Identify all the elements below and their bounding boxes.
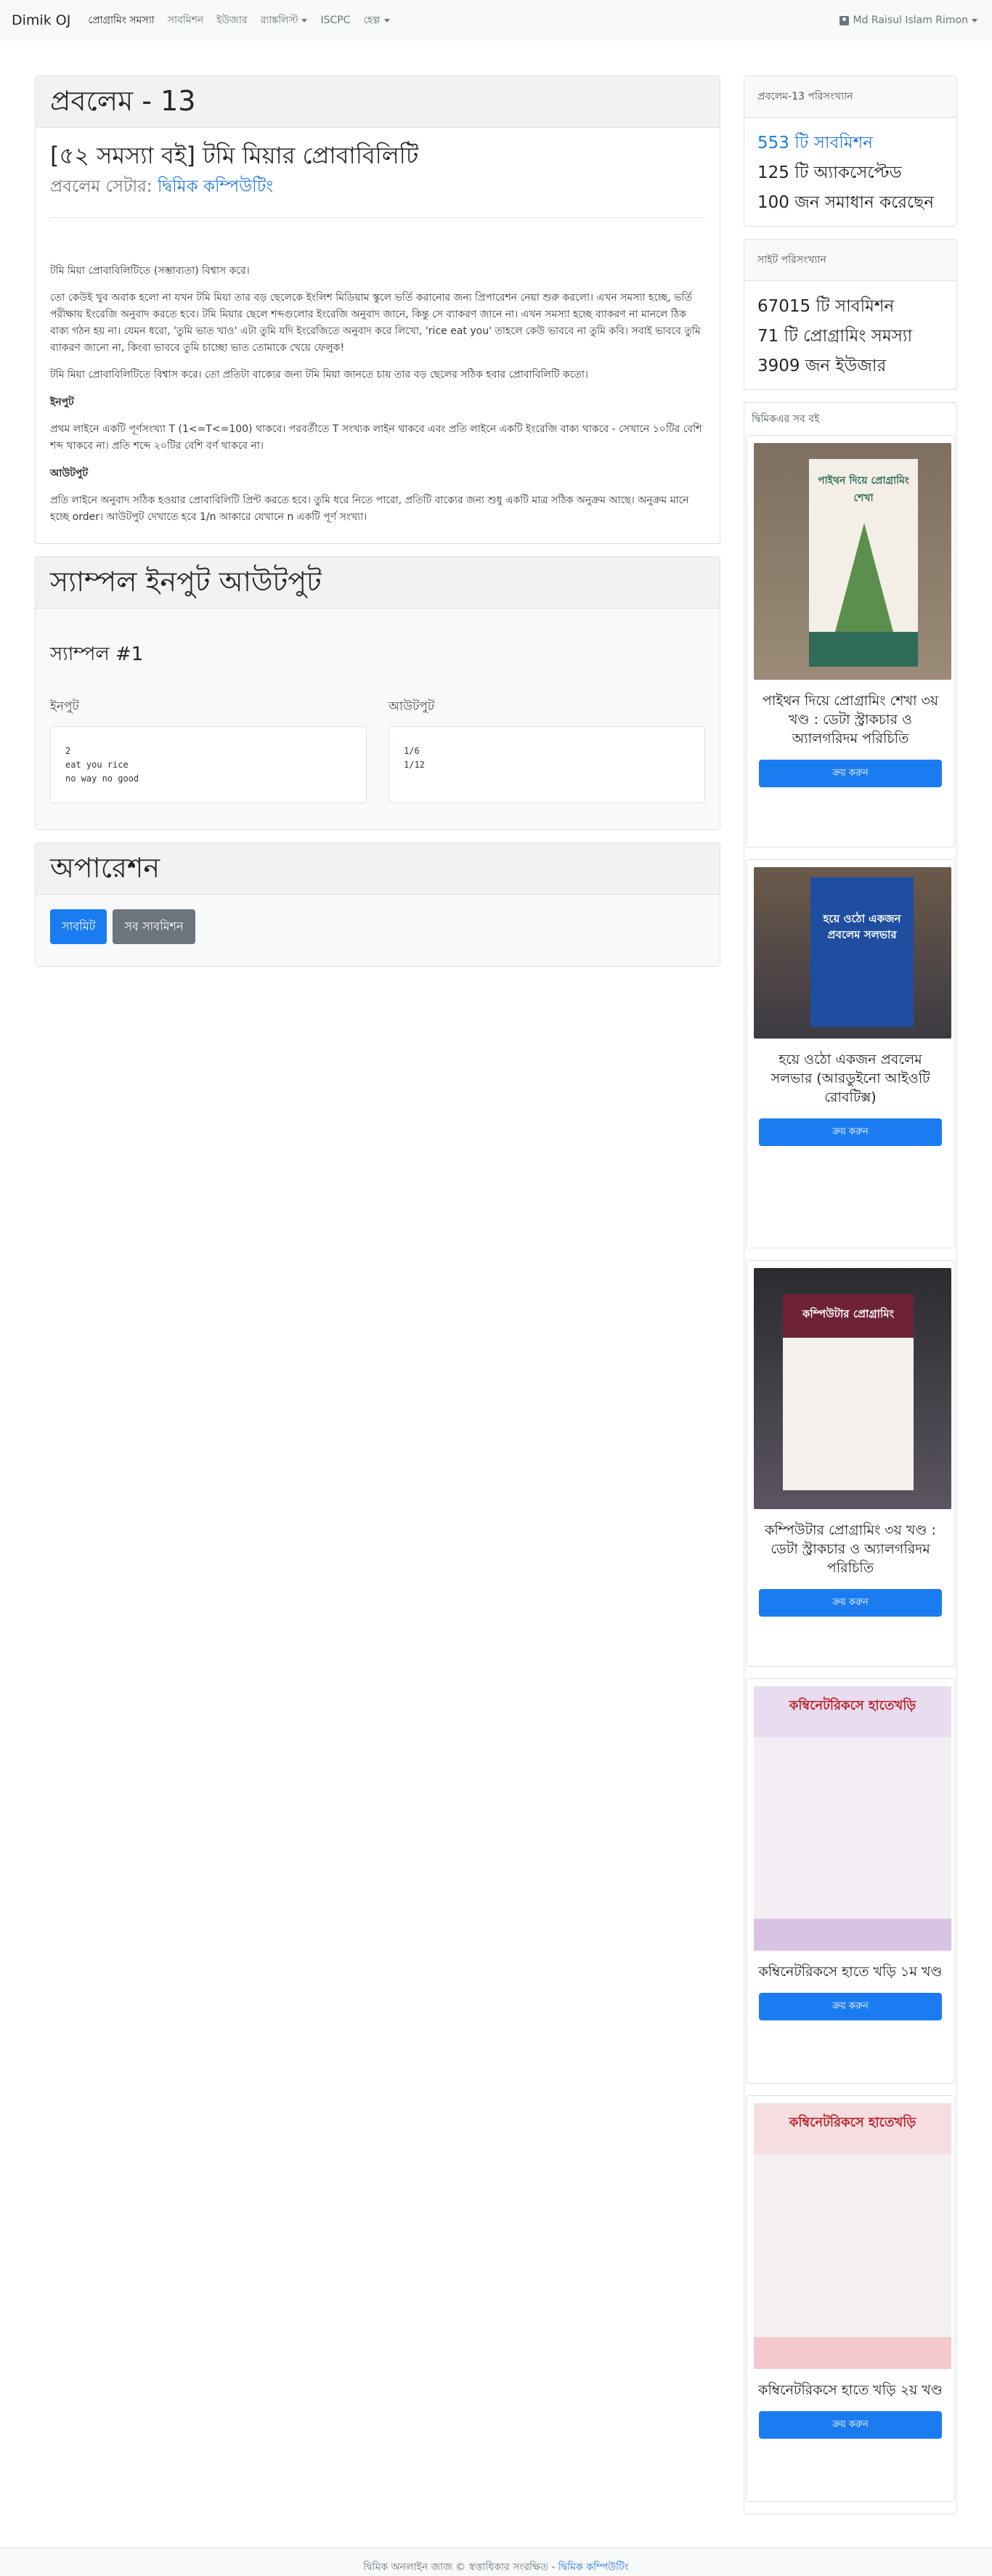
book-cover: কম্বিনেটরিকসে হাতেখড়ি xyxy=(754,1686,951,1951)
nav-help[interactable]: হেল্প xyxy=(363,12,390,29)
chevron-down-icon xyxy=(972,18,977,23)
site-stats-card: সাইট পরিসংখ্যান 67015 টি সাবমিশন 71 টি প… xyxy=(744,239,957,390)
book-title: হয়ে ওঠো একজন প্রবলেম সলভার (আরডুইনো আইও… xyxy=(771,1052,930,1105)
book-cover: হয়ে ওঠো একজন প্রবলেম সলভার xyxy=(754,867,951,1039)
book-item: পাইথন দিয়ে প্রোগ্রামিং শেখা পাইথন দিয়ে… xyxy=(746,435,955,848)
chevron-down-icon xyxy=(383,18,390,23)
buy-button[interactable]: ক্রয় করুন xyxy=(759,2411,942,2439)
setter-label: প্রবলেম সেটার: xyxy=(50,177,153,196)
nav-submissions[interactable]: সাবমিশন xyxy=(168,12,204,29)
problem-submissions-link[interactable]: 553 টি সাবমিশন xyxy=(757,132,943,162)
output-description: প্রতি লাইনে অনুবাদ সঠিক হওয়ার প্রোবাবিল… xyxy=(50,495,689,523)
nav-users[interactable]: ইউজার xyxy=(216,12,247,29)
problem-card: প্রবলেম - 13 [৫২ সমস্যা বই] টমি মিয়ার প… xyxy=(35,76,720,544)
operations-card: অপারেশন সাবমিট সব সাবমিশন xyxy=(35,842,720,967)
book-item: কম্পিউটার প্রোগ্রামিং কম্পিউটার প্রোগ্রা… xyxy=(746,1260,955,1667)
book-item: কম্বিনেটরিকসে হাতেখড়ি কম্বিনেটরিকসে হাত… xyxy=(746,2095,955,2502)
user-name: Md Raisul Islam Rimon xyxy=(853,15,968,26)
sample-input: 2 eat you rice no way no good xyxy=(50,726,367,803)
site-users-count: 3909 জন ইউজার xyxy=(757,357,887,375)
sample-title: স্যাম্পল #1 xyxy=(50,643,144,665)
problem-stats-card: প্রবলেম-13 পরিসংখ্যান 553 টি সাবমিশন 125… xyxy=(744,76,957,227)
problem-statement: টমি মিয়া প্রোবাবিলিটিতে (সম্ভাব্যতা) বি… xyxy=(50,263,705,526)
book-title: কম্পিউটার প্রোগ্রামিং ৩য় খণ্ড : ডেটা স্… xyxy=(765,1522,936,1576)
user-icon xyxy=(839,15,849,25)
book-cover: কম্বিনেটরিকসে হাতেখড়ি xyxy=(754,2103,951,2369)
book-cover: কম্পিউটার প্রোগ্রামিং xyxy=(754,1268,951,1509)
brand-logo[interactable]: Dimik OJ xyxy=(12,12,70,28)
input-heading: ইনপুট xyxy=(50,397,74,408)
footer-link[interactable]: দ্বিমিক কম্পিউটিং xyxy=(558,2561,629,2573)
navbar: Dimik OJ প্রোগ্রামিং সমস্যা সাবমিশন ইউজা… xyxy=(0,0,992,41)
nav-iscpc[interactable]: ISCPC xyxy=(320,15,350,26)
problem-header: প্রবলেম - 13 xyxy=(36,76,720,128)
nav-problems[interactable]: প্রোগ্রামিং সমস্যা xyxy=(88,12,154,29)
nav-help-label: হেল্প xyxy=(363,15,381,26)
book-cover-title: হয়ে ওঠো একজন প্রবলেম সলভার xyxy=(823,912,901,941)
sample-output: 1/6 1/12 xyxy=(389,726,705,803)
book-cover-title: কম্বিনেটরিকসে হাতেখড়ি xyxy=(789,2115,916,2130)
problem-accepted-count: 125 টি অ্যাকসেপ্টেড xyxy=(757,163,902,182)
output-heading: আউটপুট xyxy=(50,468,88,479)
sample-output-label: আউটপুট xyxy=(389,699,435,714)
sidebar: প্রবলেম-13 পরিসংখ্যান 553 টি সাবমিশন 125… xyxy=(744,76,957,2527)
book-cover-title: কম্পিউটার প্রোগ্রামিং xyxy=(802,1307,895,1320)
all-submissions-button[interactable]: সব সাবমিশন xyxy=(113,909,195,944)
book-cover-title: কম্বিনেটরিকসে হাতেখড়ি xyxy=(789,1698,916,1713)
nav-ranklist[interactable]: র‍্যাঙ্কলিস্ট xyxy=(261,12,308,29)
buy-button[interactable]: ক্রয় করুন xyxy=(759,1589,942,1617)
book-title: কম্বিনেটরিকসে হাতে খড়ি ১ম খণ্ড xyxy=(758,1964,943,1980)
nav-ranklist-label: র‍্যাঙ্কলিস্ট xyxy=(260,15,298,26)
user-menu[interactable]: Md Raisul Islam Rimon xyxy=(839,0,977,41)
operations-header: অপারেশন xyxy=(36,843,720,895)
site-stats-header: সাইট পরিসংখ্যান xyxy=(744,240,956,281)
statement-paragraph: তো কেউই খুব অবাক হলো না যখন টমি মিয়া তা… xyxy=(50,292,701,354)
buy-button[interactable]: ক্রয় করুন xyxy=(759,1993,942,2020)
book-title: কম্বিনেটরিকসে হাতে খড়ি ২য় খণ্ড xyxy=(758,2382,943,2398)
book-item: কম্বিনেটরিকসে হাতেখড়ি কম্বিনেটরিকসে হাত… xyxy=(746,1678,955,2084)
books-card: দ্বিমিকএর সব বই পাইথন দিয়ে প্রোগ্রামিং … xyxy=(744,402,957,2514)
statement-paragraph: টমি মিয়া প্রোবাবিলিটিতে বিশ্বাস করে। তো… xyxy=(50,369,588,381)
site-problems-count: 71 টি প্রোগ্রামিং সমস্যা xyxy=(757,327,913,346)
books-header: দ্বিমিকএর সব বই xyxy=(752,413,820,425)
statement-paragraph: টমি মিয়া প্রোবাবিলিটিতে (সম্ভাব্যতা) বি… xyxy=(50,265,250,277)
chevron-down-icon xyxy=(301,18,308,23)
sample-input-label: ইনপুট xyxy=(50,699,79,714)
book-item: হয়ে ওঠো একজন প্রবলেম সলভার হয়ে ওঠো একজ… xyxy=(746,859,955,1248)
footer: দ্বিমিক অনলাইন জাজ © স্বত্তাধিকার সংরক্ষ… xyxy=(0,2548,992,2575)
input-description: প্রথম লাইনে একটি পূর্ণসংখ্যা T (1<=T<=10… xyxy=(50,423,702,452)
problem-title: [৫২ সমস্যা বই] টমি মিয়ার প্রোবাবিলিটি xyxy=(50,142,419,169)
book-title: পাইথন দিয়ে প্রোগ্রামিং শেখা ৩য় খণ্ড : … xyxy=(762,693,939,747)
site-submissions-count: 67015 টি সাবমিশন xyxy=(757,297,895,316)
samples-header: স্যাম্পল ইনপুট আউটপুট xyxy=(36,557,720,609)
setter-link[interactable]: দ্বিমিক কম্পিউটিং xyxy=(158,177,273,196)
buy-button[interactable]: ক্রয় করুন xyxy=(759,760,942,787)
main-column: প্রবলেম - 13 [৫২ সমস্যা বই] টমি মিয়ার প… xyxy=(35,76,720,979)
problem-setter: প্রবলেম সেটার: দ্বিমিক কম্পিউটিং xyxy=(50,173,705,201)
book-cover: পাইথন দিয়ে প্রোগ্রামিং শেখা xyxy=(754,443,951,680)
footer-text: দ্বিমিক অনলাইন জাজ © স্বত্তাধিকার সংরক্ষ… xyxy=(363,2561,556,2573)
samples-card: স্যাম্পল ইনপুট আউটপুট স্যাম্পল #1 ইনপুট … xyxy=(35,556,720,830)
problem-solved-count: 100 জন সমাধান করেছেন xyxy=(757,193,934,212)
buy-button[interactable]: ক্রয় করুন xyxy=(759,1118,942,1146)
submit-button[interactable]: সাবমিট xyxy=(50,909,107,944)
book-cover-title: পাইথন দিয়ে প্রোগ্রামিং শেখা xyxy=(818,475,909,504)
problem-stats-header: প্রবলেম-13 পরিসংখ্যান xyxy=(744,76,956,118)
divider xyxy=(50,217,705,218)
